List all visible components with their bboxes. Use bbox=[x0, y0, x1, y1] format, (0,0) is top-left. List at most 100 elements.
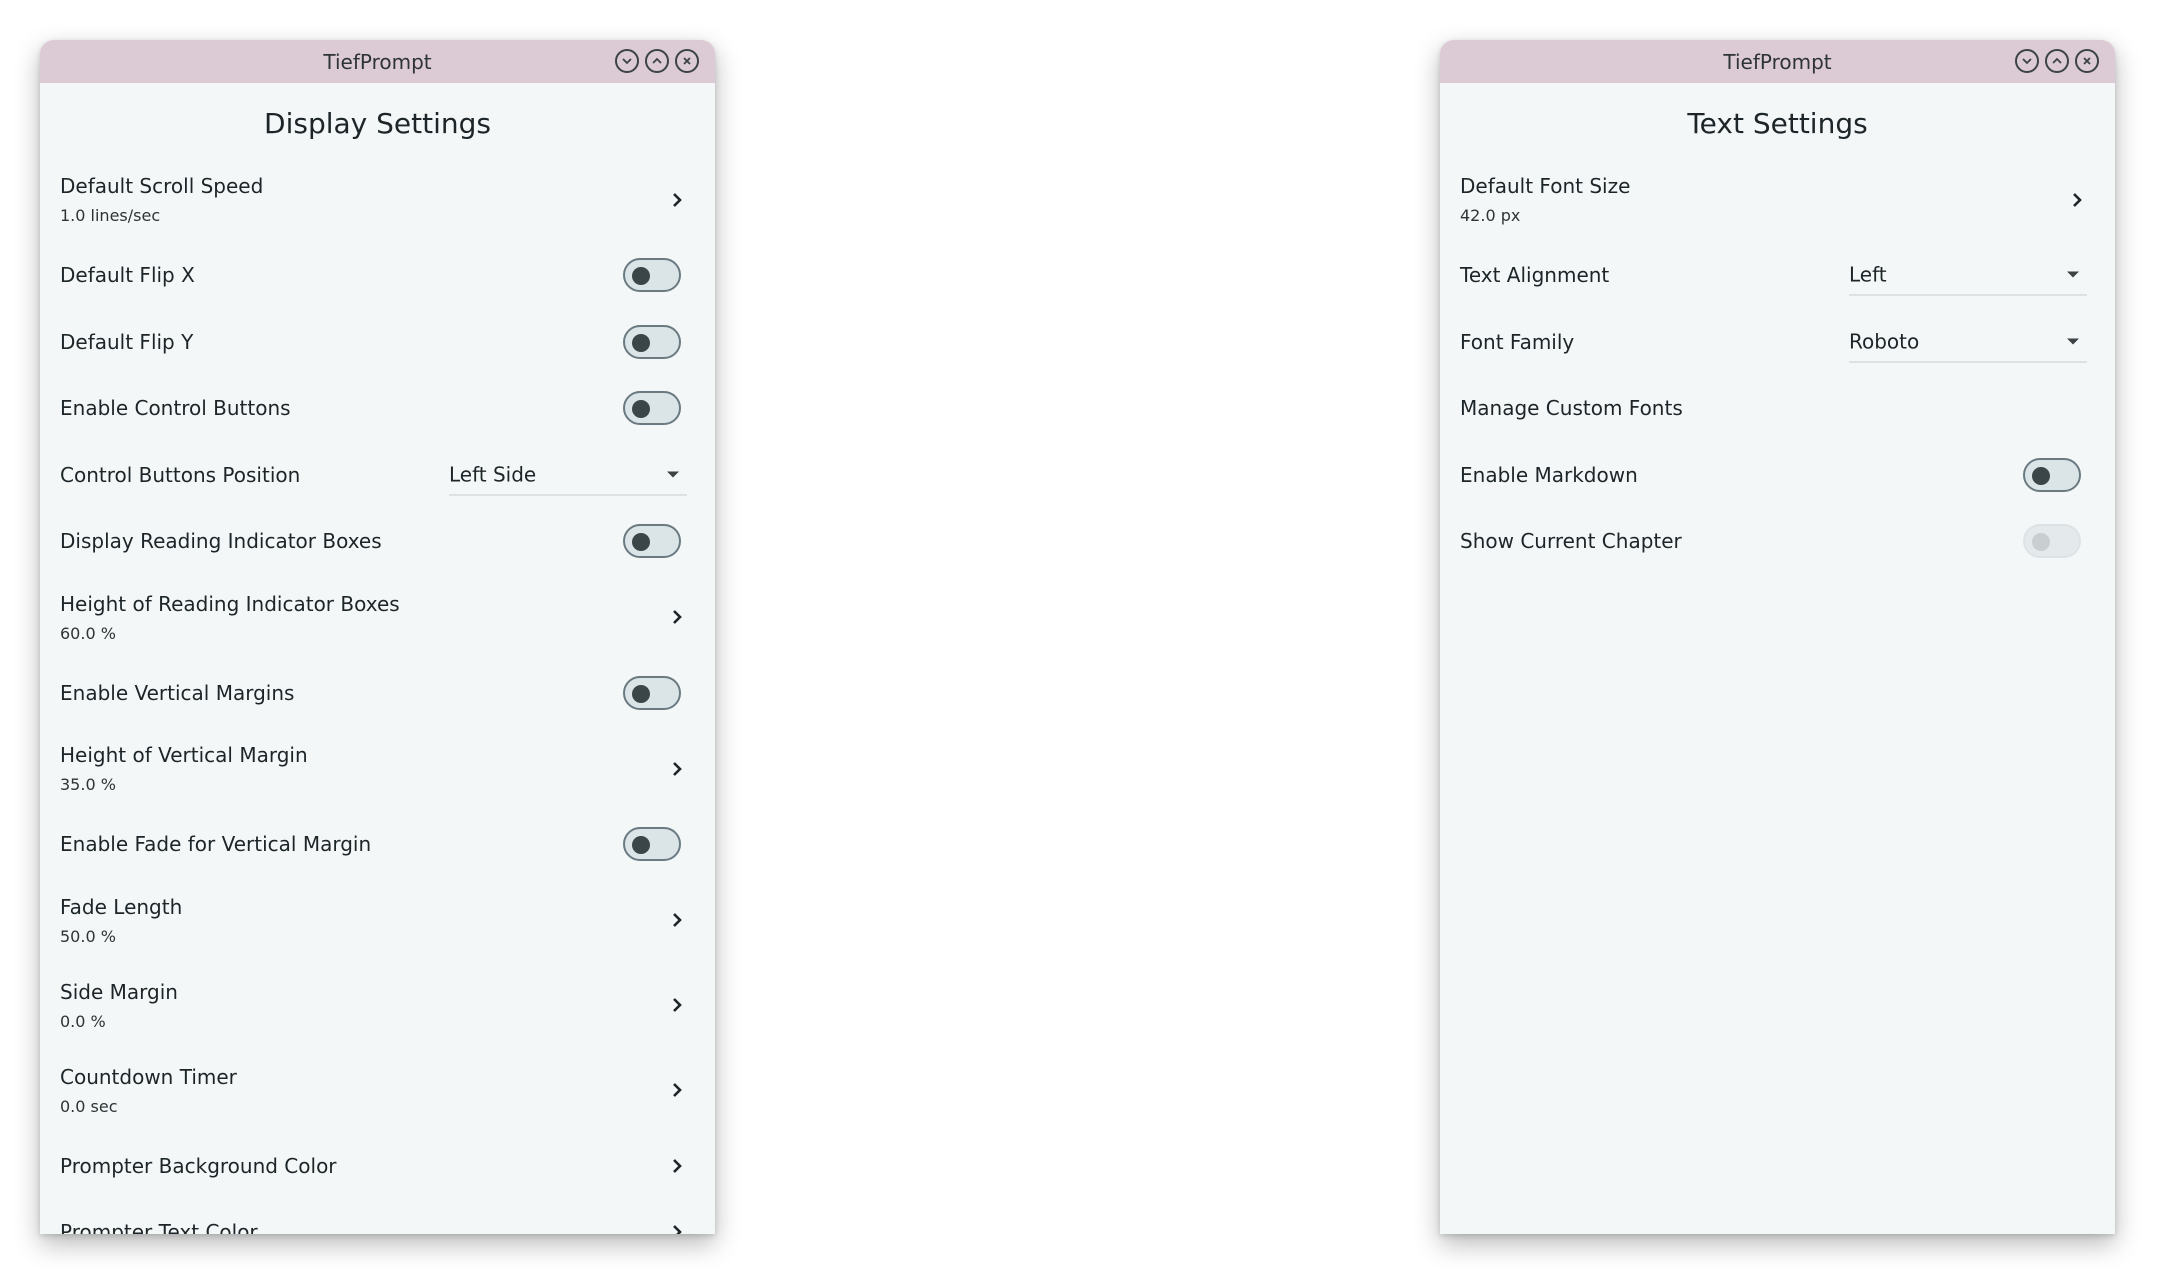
setting-label: Height of Reading Indicator Boxes bbox=[60, 591, 400, 616]
setting-label: Fade Length bbox=[60, 894, 183, 919]
toggle-knob bbox=[632, 533, 650, 552]
page-title: Text Settings bbox=[1687, 107, 1868, 140]
minimize-button[interactable] bbox=[615, 49, 639, 73]
setting-text-alignment: Text Alignment Left bbox=[1440, 242, 2115, 309]
chevron-up-icon bbox=[652, 57, 662, 64]
setting-enable-markdown: Enable Markdown bbox=[1440, 442, 2115, 509]
setting-label: Default Font Size bbox=[1460, 174, 1631, 198]
setting-default-flip-y: Default Flip Y bbox=[40, 309, 715, 376]
setting-value: 0.0 sec bbox=[60, 1096, 118, 1116]
toggle-knob bbox=[632, 836, 650, 855]
setting-value: 50.0 % bbox=[60, 926, 116, 946]
toggle-knob bbox=[632, 333, 650, 352]
setting-label: Enable Control Buttons bbox=[60, 396, 291, 421]
setting-enable-fade-vertical-margin: Enable Fade for Vertical Margin bbox=[40, 811, 715, 878]
fade-toggle[interactable] bbox=[623, 827, 681, 862]
setting-font-family: Font Family Roboto bbox=[1440, 309, 2115, 376]
maximize-button[interactable] bbox=[2045, 49, 2069, 73]
dropdown-value: Left bbox=[1849, 262, 1887, 287]
setting-label: Enable Fade for Vertical Margin bbox=[60, 832, 372, 857]
setting-prompter-text-color[interactable]: Prompter Text Color bbox=[40, 1199, 715, 1234]
setting-label: Display Reading Indicator Boxes bbox=[60, 529, 382, 554]
flip-y-toggle[interactable] bbox=[623, 324, 681, 359]
window-controls bbox=[615, 49, 699, 73]
setting-prompter-background-color[interactable]: Prompter Background Color bbox=[40, 1133, 715, 1200]
setting-enable-control-buttons: Enable Control Buttons bbox=[40, 375, 715, 442]
setting-default-flip-x: Default Flip X bbox=[40, 242, 715, 309]
setting-manage-custom-fonts[interactable]: Manage Custom Fonts bbox=[1440, 375, 2115, 442]
chevron-right-icon bbox=[673, 1225, 682, 1234]
close-button[interactable] bbox=[2075, 49, 2099, 73]
dropdown-caret-icon bbox=[2067, 338, 2079, 345]
chevron-right-icon bbox=[673, 761, 682, 776]
setting-label: Enable Vertical Margins bbox=[60, 680, 295, 705]
window-controls bbox=[2015, 49, 2099, 73]
display-settings-window: TiefPrompt Display Settings Default Scro… bbox=[40, 40, 715, 1234]
text-settings-window: TiefPrompt Text Settings Default Font Si… bbox=[1440, 40, 2115, 1234]
titlebar[interactable]: TiefPrompt bbox=[1440, 40, 2115, 83]
setting-label: Enable Markdown bbox=[1460, 462, 1638, 487]
toggle-knob bbox=[2032, 533, 2050, 552]
close-icon bbox=[2083, 57, 2091, 65]
setting-label: Default Flip X bbox=[60, 263, 195, 288]
window-title: TiefPrompt bbox=[323, 49, 432, 74]
markdown-toggle[interactable] bbox=[2023, 457, 2081, 492]
vertical-margins-toggle[interactable] bbox=[623, 675, 681, 710]
setting-countdown-timer[interactable]: Countdown Timer 0.0 sec bbox=[40, 1048, 715, 1133]
setting-label: Prompter Background Color bbox=[60, 1153, 337, 1178]
setting-label: Side Margin bbox=[60, 979, 178, 1004]
setting-label: Default Flip Y bbox=[60, 329, 194, 354]
setting-label: Height of Vertical Margin bbox=[60, 743, 308, 767]
setting-value: 0.0 % bbox=[60, 1011, 106, 1031]
setting-label: Default Scroll Speed bbox=[60, 174, 264, 198]
setting-label: Prompter Text Color bbox=[60, 1220, 258, 1234]
dropdown-value: Left Side bbox=[449, 462, 537, 487]
toggle-knob bbox=[632, 267, 650, 286]
show-chapter-toggle bbox=[2023, 524, 2081, 559]
setting-default-scroll-speed[interactable]: Default Scroll Speed 1.0 lines/sec bbox=[40, 157, 715, 242]
chevron-down-icon bbox=[622, 58, 632, 65]
setting-default-font-size[interactable]: Default Font Size 42.0 px bbox=[1440, 157, 2115, 242]
chevron-right-icon bbox=[673, 1083, 682, 1097]
minimize-button[interactable] bbox=[2015, 49, 2039, 73]
toggle-knob bbox=[632, 684, 650, 703]
chevron-right-icon bbox=[673, 998, 682, 1012]
setting-value: 35.0 % bbox=[60, 775, 116, 794]
toggle-knob bbox=[632, 400, 650, 419]
setting-height-reading-indicator-boxes[interactable]: Height of Reading Indicator Boxes 60.0 % bbox=[40, 575, 715, 660]
chevron-right-icon bbox=[673, 1158, 682, 1173]
page-title: Display Settings bbox=[264, 107, 491, 140]
setting-side-margin[interactable]: Side Margin 0.0 % bbox=[40, 963, 715, 1048]
close-icon bbox=[683, 57, 691, 65]
setting-fade-length[interactable]: Fade Length 50.0 % bbox=[40, 878, 715, 963]
font-family-dropdown[interactable]: Roboto bbox=[1849, 321, 2087, 363]
flip-x-toggle[interactable] bbox=[623, 258, 681, 293]
setting-label: Countdown Timer bbox=[60, 1064, 237, 1089]
chevron-right-icon bbox=[673, 610, 682, 624]
setting-label: Show Current Chapter bbox=[1460, 529, 1682, 554]
chevron-right-icon bbox=[673, 913, 682, 927]
chevron-up-icon bbox=[2052, 57, 2062, 64]
setting-enable-vertical-margins: Enable Vertical Margins bbox=[40, 660, 715, 727]
close-button[interactable] bbox=[675, 49, 699, 73]
titlebar[interactable]: TiefPrompt bbox=[40, 40, 715, 83]
control-buttons-toggle[interactable] bbox=[623, 391, 681, 426]
chevron-right-icon bbox=[673, 192, 682, 207]
setting-label: Manage Custom Fonts bbox=[1460, 396, 1683, 421]
setting-height-vertical-margin[interactable]: Height of Vertical Margin 35.0 % bbox=[40, 726, 715, 811]
text-alignment-dropdown[interactable]: Left bbox=[1849, 255, 2087, 296]
maximize-button[interactable] bbox=[645, 49, 669, 73]
dropdown-value: Roboto bbox=[1849, 329, 1920, 354]
chevron-right-icon bbox=[2073, 192, 2082, 207]
toggle-knob bbox=[2032, 466, 2050, 485]
dropdown-caret-icon bbox=[667, 471, 679, 478]
control-buttons-position-dropdown[interactable]: Left Side bbox=[449, 454, 687, 496]
dropdown-caret-icon bbox=[2067, 271, 2079, 278]
chevron-down-icon bbox=[2022, 58, 2032, 65]
reading-indicator-toggle[interactable] bbox=[623, 524, 681, 559]
setting-value: 42.0 px bbox=[1460, 206, 1521, 225]
setting-show-current-chapter: Show Current Chapter bbox=[1440, 508, 2115, 575]
window-title: TiefPrompt bbox=[1723, 49, 1832, 74]
setting-value: 60.0 % bbox=[60, 623, 116, 643]
setting-value: 1.0 lines/sec bbox=[60, 206, 161, 225]
